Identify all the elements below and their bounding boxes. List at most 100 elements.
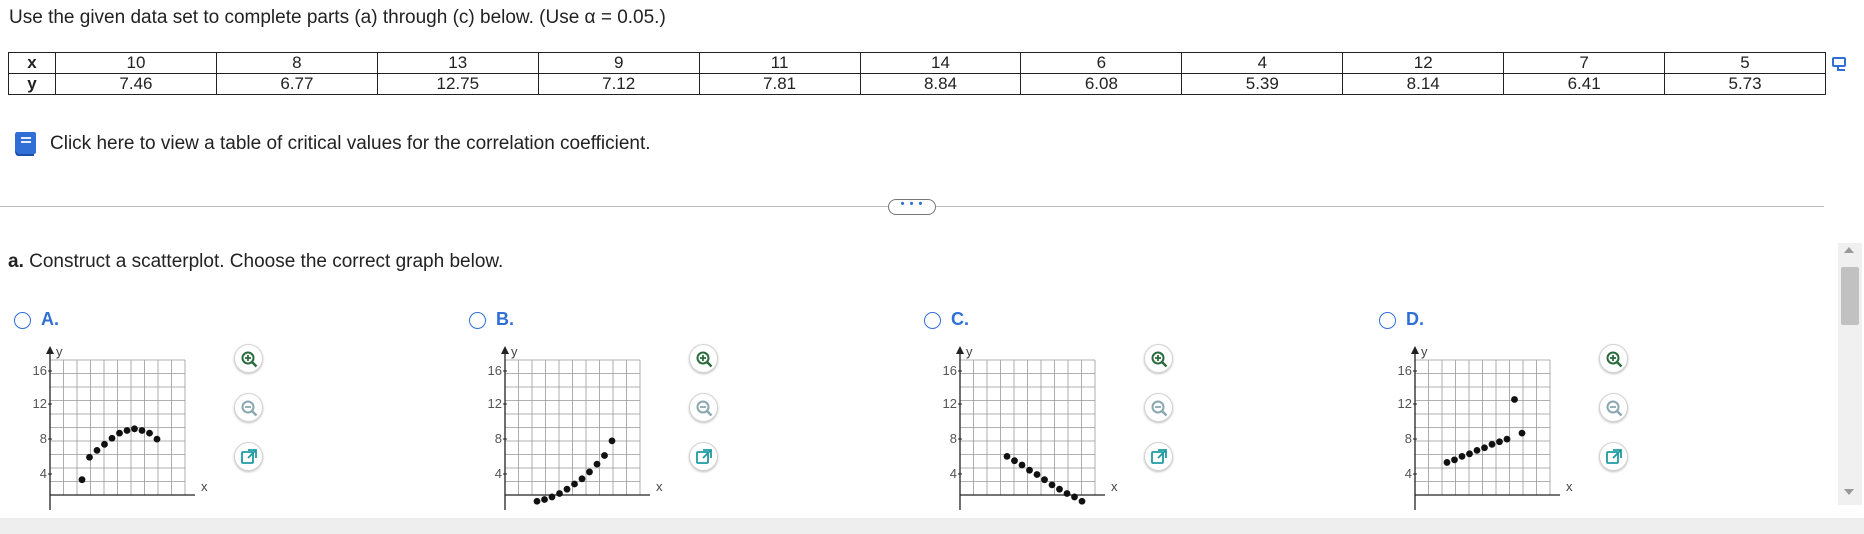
data-point	[1071, 493, 1078, 501]
data-point	[1511, 396, 1518, 403]
zoom-in-icon	[696, 351, 713, 368]
data-point	[1056, 485, 1063, 493]
data-point	[1003, 452, 1011, 460]
external-link-icon	[1151, 449, 1167, 464]
y-axis-arrow	[46, 346, 54, 354]
data-point	[601, 452, 608, 459]
x-cell: 12	[1342, 52, 1505, 74]
scatterplot: y x 4 8 12 16	[488, 344, 663, 510]
data-point	[1011, 457, 1018, 465]
expand-more-button[interactable]: • • •	[888, 199, 936, 215]
zoom-out-icon	[1606, 400, 1623, 417]
x-cell: 11	[698, 52, 861, 74]
answer-option[interactable]: C. y x 4 8 12 16	[920, 308, 1220, 510]
y-axis-label: y	[56, 344, 63, 359]
y-axis-label: y	[1421, 344, 1428, 359]
option-radio[interactable]	[1379, 312, 1396, 329]
question-part: a.	[8, 251, 24, 272]
data-point	[541, 496, 548, 503]
x-cell: 7	[1503, 52, 1666, 74]
x-cell: 9	[537, 52, 700, 74]
question-text: a. Construct a scatterplot. Choose the c…	[8, 251, 503, 273]
y-tick-label: 12	[488, 396, 502, 411]
zoom-out-button[interactable]	[234, 393, 263, 422]
data-point	[101, 440, 108, 448]
copy-table-icon[interactable]	[1832, 57, 1846, 71]
vertical-scrollbar[interactable]	[1838, 243, 1862, 505]
data-point	[1458, 452, 1466, 460]
option-radio[interactable]	[469, 312, 486, 329]
data-point	[1033, 471, 1041, 478]
zoom-in-button[interactable]	[234, 344, 263, 373]
footer-bar	[0, 518, 1864, 534]
zoom-out-button[interactable]	[689, 393, 718, 422]
y-row: y 7.46 6.77 12.75 7.12 7.81 8.84 6.08 5.…	[8, 73, 1826, 95]
zoom-in-icon	[1151, 351, 1168, 368]
y-tick-label: 16	[488, 363, 502, 378]
scatterplot: y x 4 8 12 16	[943, 344, 1118, 510]
y-tick-label: 8	[495, 431, 502, 446]
zoom-out-icon	[241, 400, 258, 417]
y-tick-label: 8	[40, 431, 47, 446]
scroll-thumb[interactable]	[1841, 267, 1859, 325]
data-point	[608, 437, 616, 445]
y-tick-label: 16	[943, 363, 957, 378]
critical-values-link[interactable]: Click here to view a table of critical v…	[12, 130, 651, 158]
scatterplot: y x 4 8 12 16	[33, 344, 208, 510]
zoom-in-button[interactable]	[689, 344, 718, 373]
answer-option[interactable]: D. y x 4 8 12 16	[1375, 308, 1675, 510]
x-cell: 4	[1181, 52, 1344, 74]
x-cell: 10	[55, 52, 217, 74]
external-link-icon	[696, 449, 712, 464]
option-label[interactable]: D.	[1406, 309, 1424, 330]
option-label[interactable]: A.	[41, 309, 59, 330]
y-tick-label: 4	[495, 466, 502, 481]
y-axis-label: y	[511, 344, 518, 359]
data-point	[1041, 476, 1048, 484]
y-axis-arrow	[1411, 346, 1419, 354]
popout-button[interactable]	[1144, 442, 1173, 471]
instruction-text: Use the given data set to complete parts…	[9, 7, 666, 28]
data-point	[556, 490, 563, 497]
data-point	[1018, 461, 1026, 469]
zoom-out-button[interactable]	[1144, 393, 1173, 422]
y-cell: 5.73	[1664, 73, 1826, 95]
option-radio[interactable]	[924, 312, 941, 329]
scroll-up-arrow[interactable]	[1844, 247, 1854, 253]
zoom-in-button[interactable]	[1599, 344, 1628, 373]
option-label[interactable]: C.	[951, 309, 969, 330]
y-header: y	[8, 73, 56, 95]
data-point	[1473, 446, 1481, 454]
zoom-out-button[interactable]	[1599, 393, 1628, 422]
data-point	[86, 453, 93, 461]
x-cell: 13	[376, 52, 539, 74]
popout-button[interactable]	[234, 442, 263, 471]
answer-option[interactable]: B. y x 4 8 12 16	[465, 308, 765, 510]
data-point	[123, 427, 131, 434]
data-point	[533, 497, 541, 505]
zoom-in-icon	[1606, 351, 1623, 368]
data-point	[1078, 497, 1086, 505]
data-point	[1451, 456, 1458, 464]
option-label[interactable]: B.	[496, 309, 514, 330]
zoom-in-button[interactable]	[1144, 344, 1173, 373]
scatterplot: y x 4 8 12 16	[1398, 344, 1573, 510]
popout-button[interactable]	[1599, 442, 1628, 471]
popout-button[interactable]	[689, 442, 718, 471]
data-point	[571, 480, 578, 488]
option-radio[interactable]	[14, 312, 31, 329]
data-point	[153, 435, 161, 443]
data-point	[548, 493, 556, 501]
data-point	[586, 468, 593, 476]
y-tick-label: 8	[950, 431, 957, 446]
data-point	[1518, 429, 1526, 437]
data-point	[1443, 459, 1451, 466]
y-cell: 5.39	[1181, 73, 1344, 95]
answer-option[interactable]: A. y x 4 8 12 16	[10, 308, 310, 510]
y-cell: 6.77	[215, 73, 378, 95]
y-axis-arrow	[501, 346, 509, 354]
x-axis-label: x	[1111, 479, 1118, 494]
external-link-icon	[241, 449, 257, 464]
y-cell: 7.12	[537, 73, 700, 95]
scroll-down-arrow[interactable]	[1844, 489, 1854, 495]
